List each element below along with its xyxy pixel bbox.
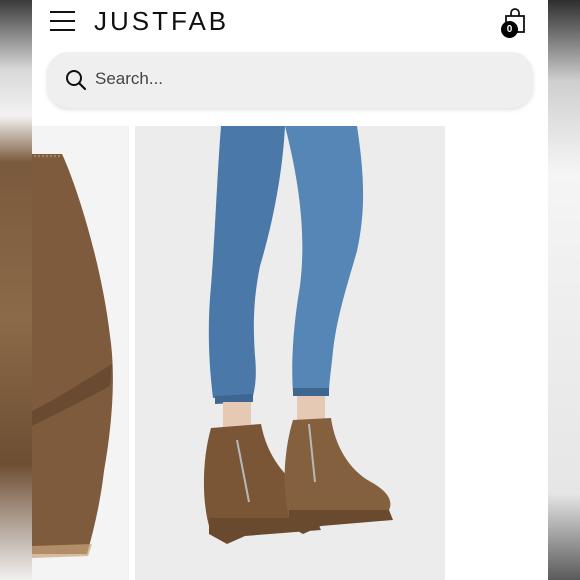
product-image-closeup[interactable] [32,126,129,580]
hamburger-line [50,20,75,22]
shopping-bag-button[interactable]: 0 [501,6,528,38]
background-blur-left [0,0,32,580]
product-image-main[interactable] [135,126,445,580]
hamburger-line [50,29,75,31]
brand-logo[interactable]: JUSTFAB [94,6,229,37]
hamburger-line [50,11,75,13]
boot-closeup-illustration [32,126,129,580]
search-icon [66,70,87,91]
model-boots-illustration [135,126,445,580]
background-blur-right [548,0,580,580]
app-window: JUSTFAB 0 Search... [32,0,548,580]
product-gallery [32,126,548,580]
bag-count-badge: 0 [501,21,518,38]
menu-button[interactable] [50,10,76,32]
header: JUSTFAB 0 [32,0,548,46]
search-input[interactable]: Search... [95,69,163,89]
search-bar[interactable]: Search... [47,52,533,108]
